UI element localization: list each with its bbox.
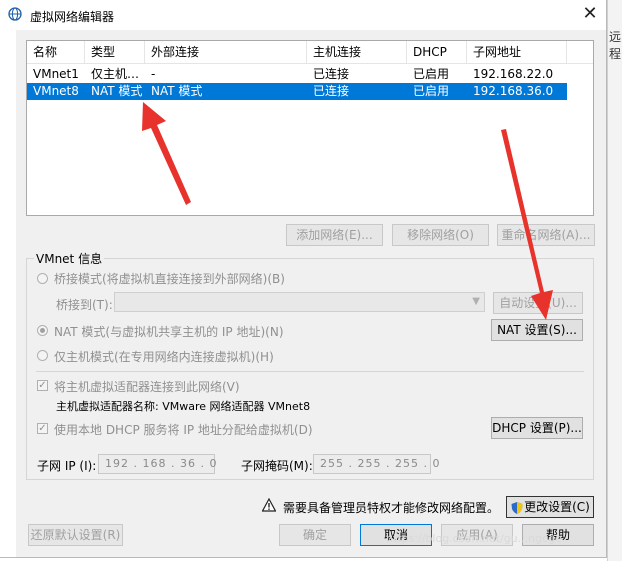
cell-host: 已连接	[313, 84, 350, 98]
change-settings-button[interactable]: 更改设置(C)	[506, 496, 594, 518]
cell-type: NAT 模式	[91, 84, 143, 98]
column-header-dhcp[interactable]: DHCP	[407, 41, 467, 63]
adapter-name-label: 主机虚拟适配器名称: VMware 网络适配器 VMnet8	[56, 400, 311, 413]
dhcp-settings-button[interactable]: DHCP 设置(P)...	[491, 417, 583, 439]
column-header-name[interactable]: 名称	[27, 41, 85, 63]
rename-network-button[interactable]: 重命名网络(A)...	[497, 224, 595, 246]
chevron-down-icon: ▼	[472, 296, 480, 307]
window-title: 虚拟网络编辑器	[30, 10, 115, 24]
add-network-button[interactable]: 添加网络(E)...	[286, 224, 383, 246]
auto-settings-button[interactable]: 自动设置(U)...	[493, 292, 583, 314]
vmnet-info-label: VMnet 信息	[34, 250, 105, 267]
watermark-text: https://blog.csdn.net/gu...ngcge	[386, 532, 562, 545]
title-bar: 虚拟网络编辑器 ✕	[0, 0, 606, 30]
column-header-external[interactable]: 外部连接	[145, 41, 307, 63]
cell-name: VMnet1	[33, 67, 79, 81]
cell-name: VMnet8	[33, 84, 79, 98]
network-row-vmnet8[interactable]: VMnet8 NAT 模式 NAT 模式 已连接 已启用 192.168.36.…	[27, 83, 567, 100]
cell-subnet: 192.168.36.0	[473, 84, 554, 98]
column-header-type[interactable]: 类型	[85, 41, 145, 63]
connect-adapter-label: 将主机虚拟适配器连接到此网络(V)	[54, 380, 240, 394]
background-window-text: 远程	[609, 30, 622, 61]
dhcp-checkbox[interactable]: ✓	[37, 423, 48, 434]
bridged-label: 桥接模式(将虚拟机直接连接到外部网络)(B)	[54, 272, 285, 286]
remove-network-button[interactable]: 移除网络(O)	[392, 224, 489, 246]
nat-radio[interactable]	[37, 325, 48, 336]
change-settings-label: 更改设置(C)	[524, 500, 590, 514]
network-globe-icon	[8, 7, 22, 21]
network-list[interactable]: 名称 类型 外部连接 主机连接 DHCP 子网地址 VMnet1 仅主机… - …	[26, 40, 594, 216]
cell-host: 已连接	[313, 67, 350, 81]
uac-shield-icon	[511, 501, 523, 514]
bridged-to-label: 桥接到(T):	[56, 298, 113, 312]
list-header: 名称 类型 外部连接 主机连接 DHCP 子网地址	[27, 41, 593, 64]
nat-label: NAT 模式(与虚拟机共享主机的 IP 地址)(N)	[54, 325, 284, 339]
network-row-vmnet1[interactable]: VMnet1 仅主机… - 已连接 已启用 192.168.22.0	[27, 66, 567, 83]
divider	[36, 371, 584, 372]
subnet-ip-input[interactable]: 192 . 168 . 36 . 0	[98, 454, 216, 474]
restore-defaults-button[interactable]: 还原默认设置(R)	[28, 524, 123, 546]
cell-dhcp: 已启用	[413, 84, 450, 98]
subnet-mask-label: 子网掩码(M):	[241, 459, 313, 473]
nat-settings-button[interactable]: NAT 设置(S)...	[491, 319, 583, 341]
host-only-label: 仅主机模式(在专用网络内连接虚拟机)(H)	[54, 350, 274, 364]
dhcp-label: 使用本地 DHCP 服务将 IP 地址分配给虚拟机(D)	[54, 423, 313, 437]
subnet-ip-label: 子网 IP (I):	[37, 459, 97, 473]
bridged-to-select[interactable]: ▼	[114, 292, 485, 312]
close-button[interactable]: ✕	[580, 2, 600, 26]
cell-type: 仅主机…	[91, 67, 140, 81]
ok-button[interactable]: 确定	[279, 524, 351, 546]
host-only-radio[interactable]	[37, 350, 48, 361]
cell-external: -	[151, 67, 156, 81]
cell-external: NAT 模式	[151, 84, 203, 98]
background-window-strip: 远程	[607, 0, 622, 561]
subnet-mask-input[interactable]: 255 . 255 . 255 . 0	[313, 454, 439, 474]
admin-notice: 需要具备管理员特权才能修改网络配置。	[283, 501, 500, 515]
cell-subnet: 192.168.22.0	[473, 67, 554, 81]
bridged-radio[interactable]	[37, 273, 48, 284]
column-header-host[interactable]: 主机连接	[307, 41, 407, 63]
column-header-subnet[interactable]: 子网地址	[467, 41, 567, 63]
cell-dhcp: 已启用	[413, 67, 450, 81]
connect-adapter-checkbox[interactable]: ✓	[37, 380, 48, 391]
warning-triangle-icon	[262, 498, 276, 512]
